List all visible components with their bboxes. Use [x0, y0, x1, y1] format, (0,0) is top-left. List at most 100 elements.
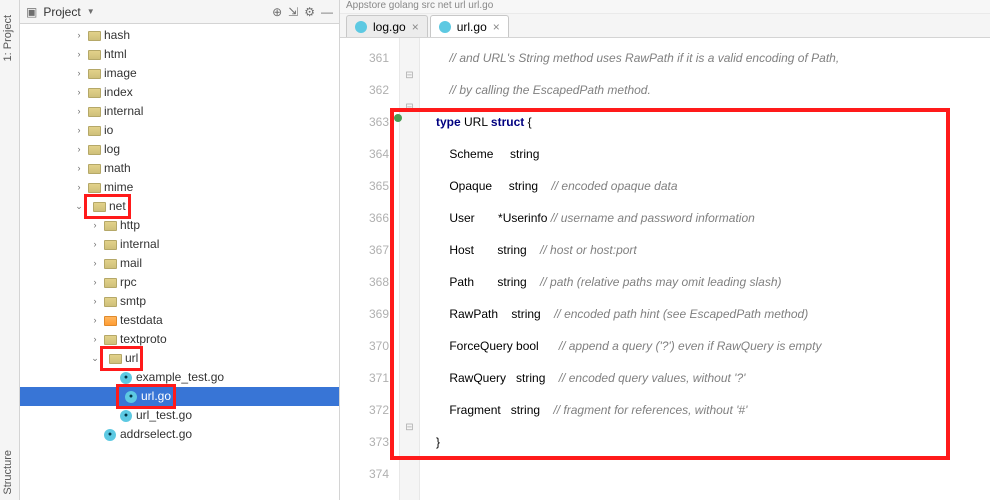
line-number: 369	[340, 298, 389, 330]
project-tool-tab[interactable]: 1: Project	[2, 15, 14, 61]
chevron-right-icon[interactable]: ›	[90, 311, 100, 330]
project-tree[interactable]: ›hash›html›image›index›internal›io›log›m…	[20, 24, 339, 500]
locate-icon[interactable]: ⊕	[272, 5, 282, 19]
line-number: 372	[340, 394, 389, 426]
collapse-icon[interactable]: ⇲	[288, 5, 298, 19]
tree-node[interactable]: › hash	[20, 26, 339, 45]
folder-icon	[87, 124, 101, 138]
tree-node-label: math	[104, 159, 131, 178]
tree-node[interactable]: › io	[20, 121, 339, 140]
tree-node[interactable]: ›internal	[20, 102, 339, 121]
breadcrumb[interactable]: Appstore golang src net url url.go	[340, 0, 990, 14]
close-icon[interactable]: ×	[412, 20, 419, 34]
code-area[interactable]: 3613623633643653663673683693703713723733…	[340, 38, 990, 500]
tree-node[interactable]: › smtp	[20, 292, 339, 311]
tree-node-label: url	[125, 349, 138, 368]
chevron-down-icon[interactable]: ⌄	[90, 349, 100, 368]
chevron-right-icon[interactable]: ›	[74, 178, 84, 197]
hide-icon[interactable]: —	[321, 5, 333, 19]
tree-node[interactable]: › internal	[20, 235, 339, 254]
tree-node[interactable]: › index	[20, 83, 339, 102]
chevron-down-icon[interactable]: ▼	[87, 7, 95, 16]
chevron-right-icon[interactable]: ›	[74, 83, 84, 102]
gear-icon[interactable]: ⚙	[304, 5, 315, 19]
tree-node[interactable]: ›testdata	[20, 311, 339, 330]
folder-icon	[87, 181, 101, 195]
tab-label: url.go	[457, 20, 487, 34]
chevron-right-icon[interactable]: ›	[90, 235, 100, 254]
code-line[interactable]	[436, 458, 990, 490]
folder-icon	[103, 238, 117, 252]
editor-tab[interactable]: log.go ×	[346, 15, 428, 37]
tool-window-bar[interactable]: 1: Project Structure	[0, 0, 20, 500]
chevron-right-icon[interactable]: ›	[74, 159, 84, 178]
code-content[interactable]: // and URL's String method uses RawPath …	[420, 38, 990, 500]
editor-tab[interactable]: url.go ×	[430, 15, 509, 37]
tree-node-label: index	[104, 83, 133, 102]
line-number: 368	[340, 266, 389, 298]
chevron-right-icon[interactable]: ›	[90, 330, 100, 349]
chevron-right-icon[interactable]: ›	[74, 121, 84, 140]
tree-node[interactable]: ●addrselect.go	[20, 425, 339, 444]
editor-tabs: log.go × url.go ×	[340, 14, 990, 38]
tree-node-label: io	[104, 121, 113, 140]
folder-icon	[103, 314, 117, 328]
editor-pane: Appstore golang src net url url.go log.g…	[340, 0, 990, 500]
line-number: 364	[340, 138, 389, 170]
folder-icon	[87, 48, 101, 62]
tree-node[interactable]: › mail	[20, 254, 339, 273]
chevron-right-icon[interactable]: ›	[74, 45, 84, 64]
tree-node-label: image	[104, 64, 137, 83]
project-dropdown-icon[interactable]: ▣	[26, 5, 37, 19]
tree-node[interactable]: › html	[20, 45, 339, 64]
folder-icon	[103, 295, 117, 309]
tree-node[interactable]: ›rpc	[20, 273, 339, 292]
tree-node-label: mail	[120, 254, 142, 273]
close-icon[interactable]: ×	[493, 20, 500, 34]
tree-node-label: url.go	[141, 387, 171, 406]
tree-node[interactable]: ⌄ url	[20, 349, 339, 368]
chevron-right-icon[interactable]: ›	[74, 64, 84, 83]
tree-node-label: html	[104, 45, 127, 64]
fold-icon[interactable]: ⊟	[400, 70, 419, 81]
folder-icon	[87, 29, 101, 43]
tree-node-label: internal	[120, 235, 159, 254]
chevron-right-icon[interactable]: ›	[90, 254, 100, 273]
tree-node[interactable]: ●example_test.go	[20, 368, 339, 387]
tree-node[interactable]: ⌄net	[20, 197, 339, 216]
folder-icon	[87, 67, 101, 81]
tree-node[interactable]: ›mime	[20, 178, 339, 197]
chevron-right-icon[interactable]: ›	[74, 140, 84, 159]
chevron-right-icon[interactable]: ›	[74, 102, 84, 121]
chevron-right-icon[interactable]: ›	[90, 273, 100, 292]
folder-icon	[103, 219, 117, 233]
tree-node-label: hash	[104, 26, 130, 45]
folder-icon	[87, 86, 101, 100]
line-number: 365	[340, 170, 389, 202]
tree-node-label: smtp	[120, 292, 146, 311]
line-number: 362	[340, 74, 389, 106]
tree-node[interactable]: ›textproto	[20, 330, 339, 349]
chevron-right-icon[interactable]: ›	[90, 292, 100, 311]
line-number: 371	[340, 362, 389, 394]
tree-node[interactable]: ●url_test.go	[20, 406, 339, 425]
structure-tool-tab[interactable]: Structure	[2, 450, 14, 495]
tree-node-label: addrselect.go	[120, 425, 192, 444]
chevron-down-icon[interactable]: ⌄	[74, 197, 84, 216]
code-line[interactable]: // by calling the EscapedPath method.	[436, 74, 990, 106]
tree-node-label: log	[104, 140, 120, 159]
line-number: 366	[340, 202, 389, 234]
tree-node[interactable]: › http	[20, 216, 339, 235]
tab-label: log.go	[373, 20, 406, 34]
project-sidebar: ▣ Project ▼ ⊕ ⇲ ⚙ — ›hash›html›image›ind…	[20, 0, 340, 500]
tree-node-label: http	[120, 216, 140, 235]
line-number: 361	[340, 42, 389, 74]
tree-node[interactable]: › image	[20, 64, 339, 83]
tree-node[interactable]: › math	[20, 159, 339, 178]
chevron-right-icon[interactable]: ›	[90, 216, 100, 235]
tree-node[interactable]: › log	[20, 140, 339, 159]
code-line[interactable]: // and URL's String method uses RawPath …	[436, 42, 990, 74]
tree-node[interactable]: ●url.go	[20, 387, 339, 406]
go-file-icon: ●	[119, 409, 133, 423]
chevron-right-icon[interactable]: ›	[74, 26, 84, 45]
